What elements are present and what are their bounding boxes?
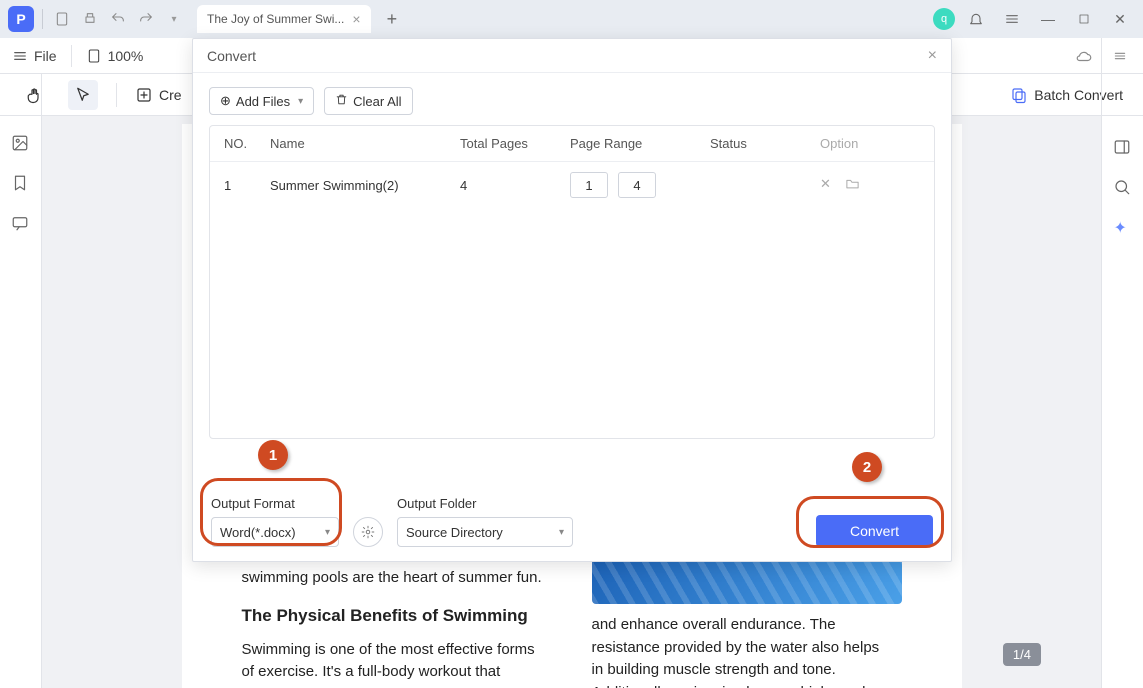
right-sidebar: ✦ — [1101, 38, 1143, 688]
bookmarks-icon[interactable] — [11, 174, 31, 194]
maximize-button[interactable] — [1069, 13, 1099, 25]
col-page-range: Page Range — [570, 136, 710, 151]
output-folder-label: Output Folder — [397, 496, 573, 511]
remove-row-icon[interactable]: ✕ — [820, 176, 831, 194]
panel-icon[interactable] — [1113, 138, 1133, 158]
output-folder-select[interactable]: Source Directory ▾ — [397, 517, 573, 547]
cell-name: Summer Swimming(2) — [270, 178, 460, 193]
convert-dialog: Convert × ⊕ Add Files ▾ Clear All NO. Na… — [192, 38, 952, 562]
output-format-label: Output Format — [211, 496, 339, 511]
plus-circle-icon: ⊕ — [220, 93, 231, 109]
file-menu-label: File — [34, 48, 57, 64]
file-icon[interactable] — [51, 8, 73, 30]
undo-icon[interactable] — [107, 8, 129, 30]
doc-heading: The Physical Benefits of Swimming — [242, 603, 552, 629]
chevron-down-icon: ▾ — [559, 527, 564, 538]
print-icon[interactable] — [79, 8, 101, 30]
page-to-input[interactable]: 4 — [618, 172, 656, 198]
chevron-down-icon: ▾ — [325, 527, 330, 538]
output-format-select[interactable]: Word(*.docx) ▾ — [211, 517, 339, 547]
col-total-pages: Total Pages — [460, 136, 570, 151]
trash-icon — [335, 93, 348, 109]
file-menu[interactable]: File — [12, 48, 57, 64]
zoom-value: 100% — [108, 48, 144, 64]
create-button[interactable]: Cre — [135, 86, 182, 104]
thumbnails-icon[interactable] — [11, 134, 31, 154]
page-indicator[interactable]: 1/4 — [1003, 643, 1041, 666]
clear-all-label: Clear All — [353, 94, 401, 109]
user-avatar[interactable]: q — [933, 8, 955, 30]
output-folder-field: Output Folder Source Directory ▾ — [397, 496, 573, 547]
left-sidebar — [0, 74, 42, 688]
redo-icon[interactable] — [135, 8, 157, 30]
col-status: Status — [710, 136, 820, 151]
add-files-button[interactable]: ⊕ Add Files ▾ — [209, 87, 314, 115]
search-icon[interactable] — [1113, 178, 1133, 198]
document-tab[interactable]: The Joy of Summer Swi... × — [197, 5, 371, 33]
doc-text: of exercise. It's a full-body workout th… — [242, 661, 552, 684]
table-header: NO. Name Total Pages Page Range Status O… — [210, 126, 934, 162]
doc-text: Additionally, swimming burns a high numb… — [592, 682, 902, 688]
col-no: NO. — [224, 136, 270, 151]
format-settings-button[interactable] — [353, 517, 383, 547]
titlebar: P ▾ The Joy of Summer Swi... × + q — ✕ — [0, 0, 1143, 38]
bell-icon[interactable] — [961, 11, 991, 27]
cell-page-range: 1 4 — [570, 172, 710, 198]
add-files-label: Add Files — [236, 94, 290, 109]
doc-text: swimming pools are the heart of summer f… — [242, 567, 552, 590]
dialog-title: Convert — [207, 48, 256, 64]
comments-icon[interactable] — [11, 214, 31, 234]
col-option: Option — [820, 136, 920, 151]
table-row: 1 Summer Swimming(2) 4 1 4 ✕ — [210, 162, 934, 208]
minimize-button[interactable]: — — [1033, 11, 1063, 27]
clear-all-button[interactable]: Clear All — [324, 87, 412, 115]
ai-sparkle-icon[interactable]: ✦ — [1114, 218, 1132, 236]
chevron-down-icon: ▾ — [298, 96, 303, 107]
cell-total-pages: 4 — [460, 178, 570, 193]
dialog-bottom: Output Format Word(*.docx) ▾ Output Fold… — [193, 486, 951, 561]
convert-button[interactable]: Convert — [816, 515, 933, 547]
dropdown-caret-icon[interactable]: ▾ — [163, 8, 185, 30]
output-folder-value: Source Directory — [406, 525, 503, 540]
tab-label: The Joy of Summer Swi... — [207, 12, 344, 26]
cell-no: 1 — [224, 178, 270, 193]
zoom-control[interactable]: 100% — [86, 48, 144, 64]
cloud-icon[interactable] — [1073, 45, 1095, 67]
doc-text: Swimming is one of the most effective fo… — [242, 639, 552, 662]
dialog-toolbar: ⊕ Add Files ▾ Clear All — [193, 73, 951, 125]
tab-close-icon[interactable]: × — [352, 11, 360, 27]
page-from-input[interactable]: 1 — [570, 172, 608, 198]
app-logo: P — [8, 6, 34, 32]
cell-option: ✕ — [820, 176, 920, 194]
dialog-close-button[interactable]: × — [928, 47, 937, 65]
file-table: NO. Name Total Pages Page Range Status O… — [209, 125, 935, 439]
output-format-value: Word(*.docx) — [220, 525, 296, 540]
open-folder-icon[interactable] — [845, 176, 860, 194]
doc-text: resistance provided by the water also he… — [592, 637, 902, 660]
hamburger-icon[interactable] — [997, 11, 1027, 27]
new-tab-button[interactable]: + — [387, 9, 398, 30]
doc-text: in building muscle strength and tone. — [592, 659, 902, 682]
dialog-title-bar: Convert × — [193, 39, 951, 73]
col-name: Name — [270, 136, 460, 151]
output-format-field: Output Format Word(*.docx) ▾ — [211, 496, 339, 547]
close-window-button[interactable]: ✕ — [1105, 11, 1135, 28]
doc-text: and enhance overall endurance. The — [592, 614, 902, 637]
select-tool[interactable] — [68, 80, 98, 110]
create-label: Cre — [159, 87, 182, 103]
